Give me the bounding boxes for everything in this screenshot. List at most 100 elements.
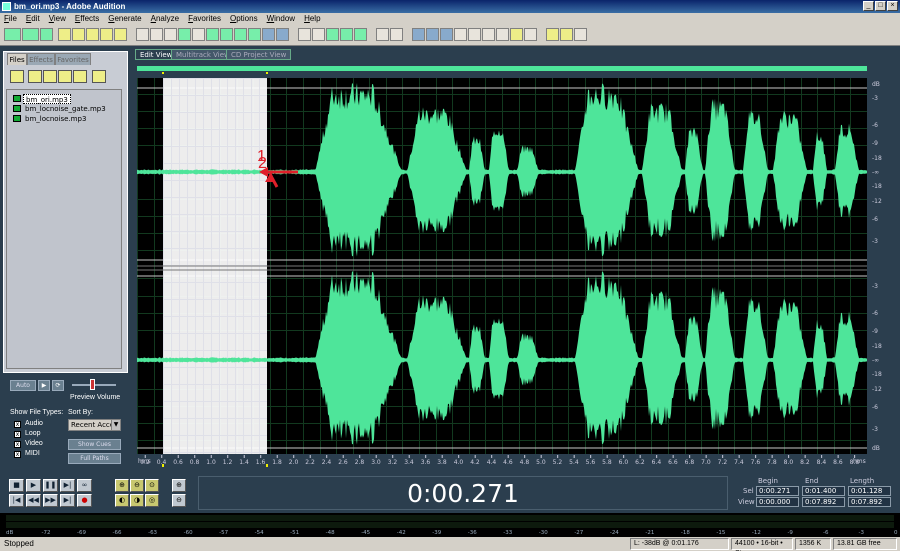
edit-view-icon[interactable] bbox=[4, 28, 21, 41]
menu-effects[interactable]: Effects bbox=[75, 13, 99, 25]
close-file-icon[interactable] bbox=[28, 70, 42, 83]
waveform-svg[interactable]: 2 1 bbox=[137, 78, 867, 454]
record-icon[interactable]: ● bbox=[77, 494, 92, 507]
play-to-end-icon[interactable]: ▶| bbox=[60, 479, 75, 492]
close-button[interactable]: × bbox=[887, 1, 898, 11]
edit-file-icon[interactable] bbox=[43, 70, 57, 83]
file-item[interactable]: bm_ori.mp3 bbox=[23, 94, 71, 104]
file-item[interactable]: bm_locnoise_gate.mp3 bbox=[23, 104, 108, 114]
save-icon[interactable] bbox=[100, 28, 113, 41]
midi-filter-checkbox[interactable]: x bbox=[14, 451, 21, 458]
zoom-left-icon[interactable]: ◐ bbox=[115, 494, 129, 507]
zoom-selection-icon[interactable]: ◎ bbox=[145, 494, 159, 507]
script-icon[interactable] bbox=[546, 28, 559, 41]
new-file-icon[interactable] bbox=[58, 28, 71, 41]
batch-icon[interactable] bbox=[560, 28, 573, 41]
layout-icon-7[interactable] bbox=[496, 28, 509, 41]
zoom-out-vertical-icon[interactable]: ⊖ bbox=[172, 494, 186, 507]
pause-icon[interactable]: ❚❚ bbox=[43, 479, 58, 492]
fast-forward-icon[interactable]: ▶▶ bbox=[43, 494, 58, 507]
go-to-end-icon[interactable]: ▶| bbox=[60, 494, 75, 507]
rewind-icon[interactable]: ◀◀ bbox=[26, 494, 41, 507]
view-begin-field[interactable]: 0:00.000 bbox=[756, 497, 799, 507]
loop-preview-icon[interactable]: ⟳ bbox=[52, 380, 64, 391]
zoom-in-icon[interactable]: ⊕ bbox=[115, 479, 129, 492]
tab-effects[interactable]: Effects bbox=[27, 53, 55, 65]
layout-icon-3[interactable] bbox=[440, 28, 453, 41]
full-paths-button[interactable]: Full Paths bbox=[68, 453, 121, 464]
maximize-button[interactable]: □ bbox=[875, 1, 886, 11]
paste-icon[interactable] bbox=[206, 28, 219, 41]
view-length-field[interactable]: 0:07.892 bbox=[848, 497, 891, 507]
tab-favorites[interactable]: Favorites bbox=[55, 53, 91, 65]
mix-paste-icon[interactable] bbox=[234, 28, 247, 41]
layout-icon-6[interactable] bbox=[482, 28, 495, 41]
play-icon[interactable]: ▶ bbox=[26, 479, 41, 492]
selection-top-markers[interactable] bbox=[162, 72, 268, 74]
zoom-right-icon[interactable]: ◑ bbox=[130, 494, 144, 507]
layout-icon-9[interactable] bbox=[524, 28, 537, 41]
open-file-icon[interactable] bbox=[72, 28, 85, 41]
layout-icon-2[interactable] bbox=[426, 28, 439, 41]
zoom-in-vertical-icon[interactable]: ⊕ bbox=[172, 479, 186, 492]
menu-generate[interactable]: Generate bbox=[108, 13, 141, 25]
waveform-view-icon[interactable] bbox=[298, 28, 311, 41]
sel-begin-field[interactable]: 0:00.271 bbox=[756, 486, 799, 496]
trim-icon[interactable] bbox=[248, 28, 261, 41]
layout-icon-1[interactable] bbox=[412, 28, 425, 41]
play-file-icon[interactable] bbox=[92, 70, 106, 83]
selection-bottom-markers[interactable] bbox=[162, 464, 268, 467]
show-cues-button[interactable]: Show Cues bbox=[68, 439, 121, 450]
menu-help[interactable]: Help bbox=[304, 13, 320, 25]
marquee-tool-icon[interactable] bbox=[390, 28, 403, 41]
play-preview-icon[interactable]: ▶ bbox=[38, 380, 50, 391]
tab-cd-project-view[interactable]: CD Project View bbox=[226, 49, 292, 60]
insert-cd-icon[interactable] bbox=[73, 70, 87, 83]
spectral-view-icon[interactable] bbox=[312, 28, 325, 41]
video-filter-checkbox[interactable]: x bbox=[14, 441, 21, 448]
menu-analyze[interactable]: Analyze bbox=[151, 13, 179, 25]
frequency-icon[interactable] bbox=[262, 28, 275, 41]
time-selection-tool-icon[interactable] bbox=[376, 28, 389, 41]
menu-favorites[interactable]: Favorites bbox=[188, 13, 221, 25]
layout-icon-5[interactable] bbox=[468, 28, 481, 41]
layout-icon-8[interactable] bbox=[510, 28, 523, 41]
repeat-icon[interactable] bbox=[164, 28, 177, 41]
paste-new-icon[interactable] bbox=[220, 28, 233, 41]
chevron-down-icon[interactable]: ▼ bbox=[111, 420, 120, 430]
insert-multitrack-icon[interactable] bbox=[58, 70, 72, 83]
menu-view[interactable]: View bbox=[49, 13, 66, 25]
preview-volume-slider[interactable] bbox=[90, 379, 95, 390]
import-file-icon[interactable] bbox=[10, 70, 24, 83]
markers-icon[interactable] bbox=[276, 28, 289, 41]
cut-icon[interactable] bbox=[192, 28, 205, 41]
auto-play-button[interactable]: Auto bbox=[10, 380, 36, 391]
menu-file[interactable]: File bbox=[4, 13, 17, 25]
save-as-icon[interactable] bbox=[114, 28, 127, 41]
help-icon[interactable] bbox=[574, 28, 587, 41]
multitrack-view-icon[interactable] bbox=[22, 28, 39, 41]
waveform-display[interactable]: 2 1 bbox=[137, 78, 867, 454]
zoom-full-icon[interactable]: ⊙ bbox=[145, 479, 159, 492]
go-to-start-icon[interactable]: |◀ bbox=[9, 494, 24, 507]
open-append-icon[interactable] bbox=[86, 28, 99, 41]
audio-filter-checkbox[interactable]: x bbox=[14, 421, 21, 428]
copy-icon[interactable] bbox=[178, 28, 191, 41]
layout-icon-4[interactable] bbox=[454, 28, 467, 41]
sel-end-field[interactable]: 0:01.400 bbox=[802, 486, 845, 496]
redo-icon[interactable] bbox=[150, 28, 163, 41]
spectral-pitch-icon[interactable] bbox=[354, 28, 367, 41]
undo-icon[interactable] bbox=[136, 28, 149, 41]
stop-icon[interactable]: ■ bbox=[9, 479, 24, 492]
minimize-button[interactable]: _ bbox=[863, 1, 874, 11]
pan-view-icon[interactable] bbox=[326, 28, 339, 41]
menu-options[interactable]: Options bbox=[230, 13, 258, 25]
tab-files[interactable]: Files bbox=[7, 53, 27, 65]
sel-length-field[interactable]: 0:01.128 bbox=[848, 486, 891, 496]
cd-view-icon[interactable] bbox=[40, 28, 53, 41]
sort-by-select[interactable]: Recent Acce ▼ bbox=[68, 419, 121, 431]
view-end-field[interactable]: 0:07.892 bbox=[802, 497, 845, 507]
overview-bar[interactable] bbox=[137, 66, 867, 71]
zoom-out-icon[interactable]: ⊖ bbox=[130, 479, 144, 492]
loop-icon[interactable]: ∞ bbox=[77, 479, 92, 492]
